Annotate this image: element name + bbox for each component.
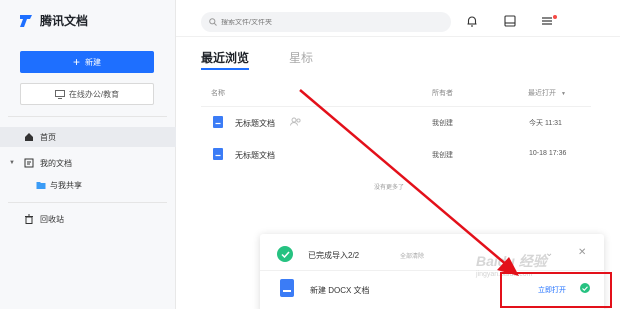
annotation-arrow-icon xyxy=(299,89,519,276)
